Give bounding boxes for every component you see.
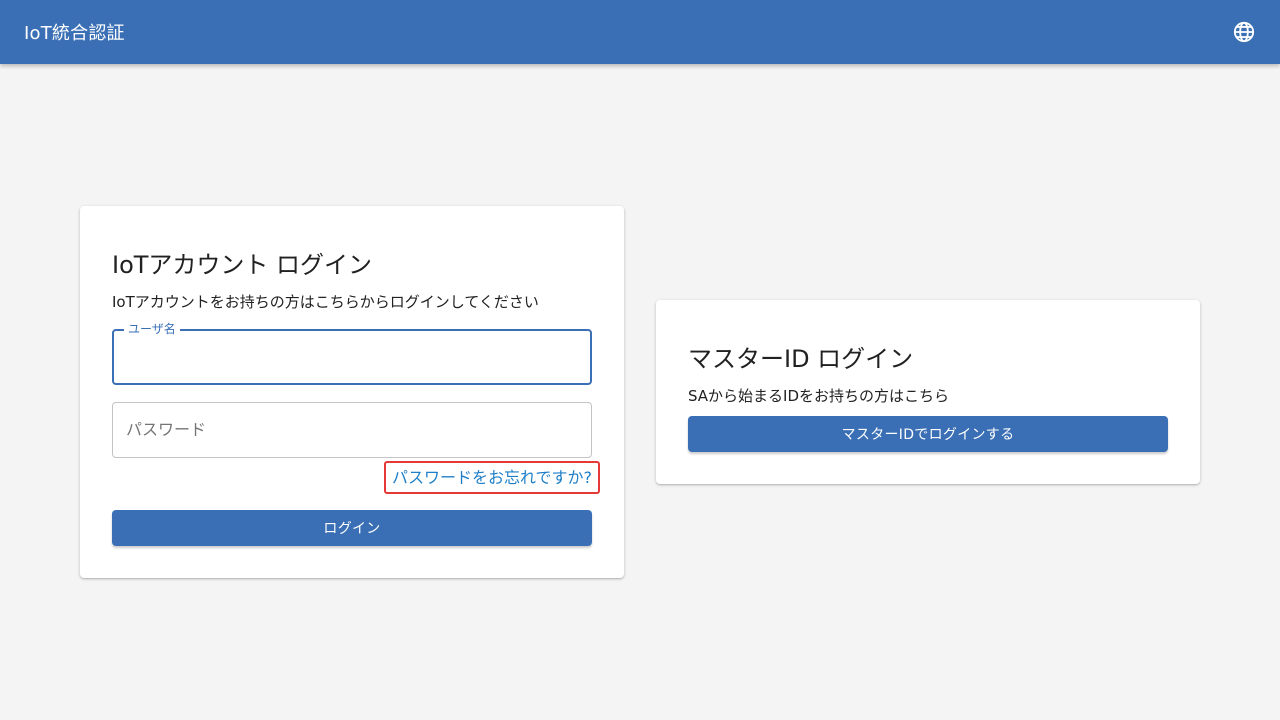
login-button[interactable]: ログイン xyxy=(112,510,592,546)
iot-login-title: IoTアカウント ログイン xyxy=(112,251,373,279)
app-title: IoT統合認証 xyxy=(24,23,125,44)
iot-login-card: IoTアカウント ログイン IoTアカウントをお持ちの方はこちらからログインして… xyxy=(80,206,624,578)
iot-login-subtitle: IoTアカウントをお持ちの方はこちらからログインしてください xyxy=(112,293,539,311)
globe-icon xyxy=(1233,21,1255,43)
master-login-title: マスターID ログイン xyxy=(688,345,914,373)
password-field[interactable]: パスワード xyxy=(112,402,592,458)
language-button[interactable] xyxy=(1224,12,1264,52)
username-field[interactable]: ユーザ名 xyxy=(112,322,592,385)
app-bar: IoT統合認証 xyxy=(0,0,1280,64)
password-input[interactable] xyxy=(113,403,591,457)
master-login-subtitle: SAから始まるIDをお持ちの方はこちら xyxy=(688,387,950,405)
forgot-password-link[interactable]: パスワードをお忘れですか? xyxy=(383,461,600,494)
master-login-card: マスターID ログイン SAから始まるIDをお持ちの方はこちら マスターIDでロ… xyxy=(656,300,1200,484)
master-id-login-button[interactable]: マスターIDでログインする xyxy=(688,416,1168,452)
username-input[interactable] xyxy=(114,331,590,383)
